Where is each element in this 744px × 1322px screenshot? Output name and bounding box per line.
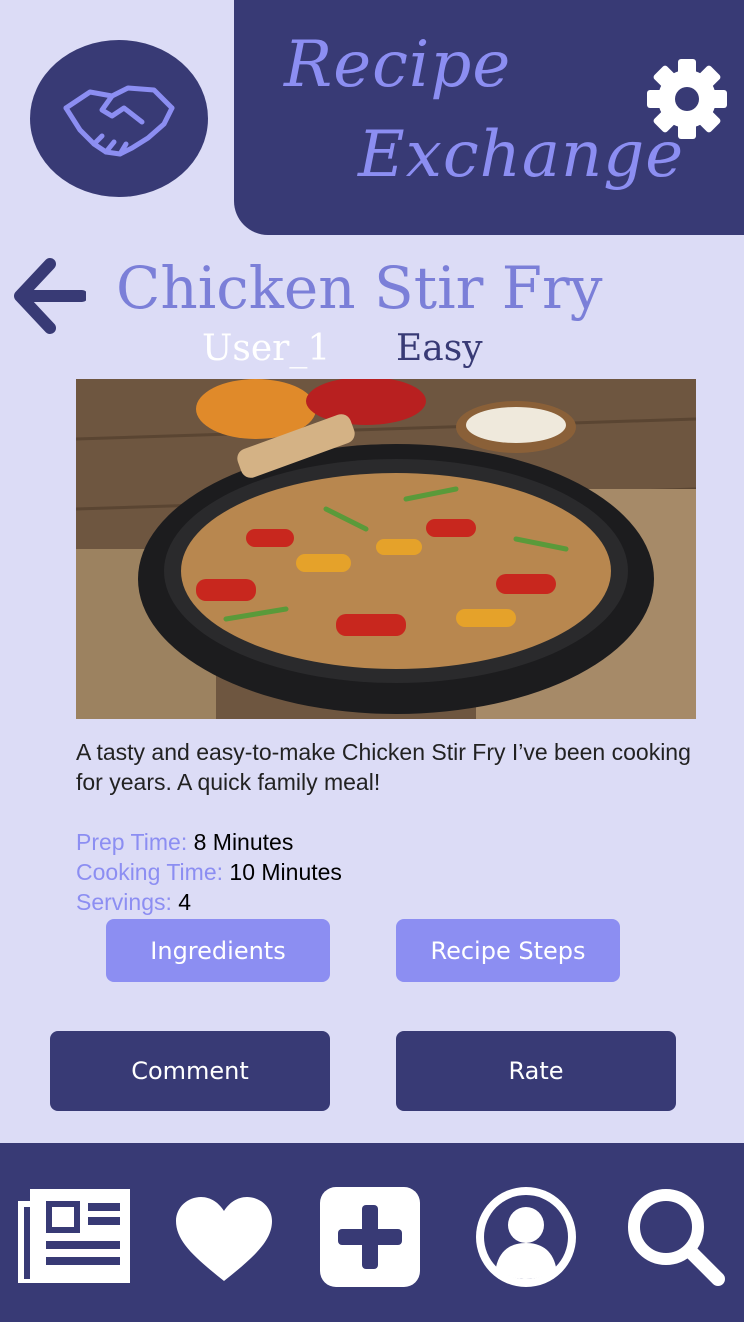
servings-label: Servings:: [76, 889, 172, 915]
prep-time-label: Prep Time:: [76, 829, 188, 855]
cook-time-label: Cooking Time:: [76, 859, 224, 885]
recipe-title: Chicken Stir Fry: [116, 254, 603, 322]
cook-time-value: 10 Minutes: [229, 859, 342, 885]
handshake-icon: [63, 85, 175, 157]
settings-button[interactable]: [646, 58, 728, 145]
prep-time-value: 8 Minutes: [193, 829, 294, 855]
newspaper-icon: [18, 1189, 130, 1283]
recipe-author[interactable]: User_1: [202, 326, 330, 372]
heart-icon: [176, 1197, 272, 1281]
nav-search[interactable]: [626, 1187, 726, 1292]
bottom-nav: [0, 1143, 744, 1322]
brand-line-2: Exchange: [358, 118, 685, 192]
recipe-description: A tasty and easy-to-make Chicken Stir Fr…: [76, 739, 691, 795]
prep-time-row: Prep Time: 8 Minutes: [76, 827, 342, 857]
nav-profile[interactable]: [476, 1187, 576, 1292]
profile-icon: [476, 1187, 576, 1287]
comment-button[interactable]: Comment: [50, 1031, 330, 1111]
search-icon: [628, 1189, 725, 1286]
nav-add[interactable]: [320, 1187, 420, 1292]
rate-button[interactable]: Rate: [396, 1031, 676, 1111]
recipe-steps-button[interactable]: Recipe Steps: [396, 919, 620, 982]
logo-badge[interactable]: [30, 40, 208, 197]
recipe-meta: Prep Time: 8 Minutes Cooking Time: 10 Mi…: [76, 827, 342, 917]
servings-value: 4: [178, 889, 192, 915]
plus-icon: [320, 1187, 420, 1287]
servings-row: Servings: 4: [76, 887, 342, 917]
nav-favorites[interactable]: [174, 1195, 274, 1288]
nav-feed[interactable]: [16, 1187, 134, 1290]
recipe-photo: [76, 379, 696, 719]
back-button[interactable]: [14, 258, 88, 339]
ingredients-button[interactable]: Ingredients: [106, 919, 330, 982]
back-arrow-icon: [14, 258, 88, 334]
recipe-difficulty: Easy: [396, 328, 483, 369]
cook-time-row: Cooking Time: 10 Minutes: [76, 857, 342, 887]
gear-icon: [647, 59, 727, 139]
brand-line-1: Recipe: [284, 28, 512, 102]
